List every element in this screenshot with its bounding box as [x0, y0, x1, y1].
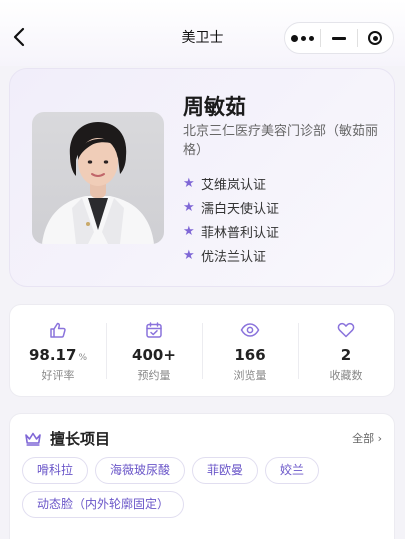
mini-program-capsule	[284, 22, 394, 54]
doctor-photo[interactable]	[32, 112, 164, 244]
stat-appointments[interactable]: 400+ 预约量	[106, 305, 202, 396]
specialties-title: 擅长项目	[50, 430, 111, 448]
doctor-profile-card: 周敏茹 北京三仁医疗美容门诊部（敏茹丽格） ★ 艾维岚认证 ★ 濡白天使认证 ★ 菲林…	[9, 68, 395, 287]
rating-label: 好评率	[41, 369, 75, 382]
certification-item: ★ 优法兰认证	[183, 243, 279, 267]
doctor-portrait-illustration	[42, 122, 154, 244]
star-icon: ★	[183, 199, 195, 215]
appointments-label: 预约量	[137, 369, 171, 382]
certification-item: ★ 艾维岚认证	[183, 171, 279, 195]
specialty-tag-list: 嗗科拉 海薇玻尿酸 菲欧曼 姣兰 动态脸（内外轮廓固定）	[22, 457, 382, 518]
crown-icon	[25, 432, 41, 446]
stat-rating[interactable]: 98.17% 好评率	[10, 305, 106, 396]
stat-views[interactable]: 166 浏览量	[202, 305, 298, 396]
specialties-card: 擅长项目 全部 › 嗗科拉 海薇玻尿酸 菲欧曼 姣兰 动态脸（内外轮廓固定）	[9, 413, 395, 539]
top-navigation-bar: 美卫士	[0, 0, 405, 66]
stat-favorites[interactable]: 2 收藏数	[298, 305, 394, 396]
specialty-tag[interactable]: 嗗科拉	[22, 457, 89, 484]
appointments-value: 400+	[132, 346, 176, 364]
certification-item: ★ 菲林普利认证	[183, 219, 279, 243]
thumbs-up-icon	[50, 322, 66, 338]
minus-icon	[331, 36, 346, 40]
specialties-header: 擅长项目	[24, 428, 110, 449]
certification-item: ★ 濡白天使认证	[183, 195, 279, 219]
views-label: 浏览量	[233, 369, 267, 382]
specialty-tag[interactable]: 海薇玻尿酸	[95, 457, 186, 484]
heart-icon	[337, 322, 355, 338]
certification-label: 艾维岚认证	[201, 177, 267, 193]
rating-value: 98.17	[28, 346, 77, 364]
star-icon: ★	[183, 247, 195, 263]
certification-list: ★ 艾维岚认证 ★ 濡白天使认证 ★ 菲林普利认证 ★ 优法兰认证	[183, 171, 279, 267]
specialty-tag[interactable]: 菲欧曼	[192, 457, 259, 484]
stats-card: 98.17% 好评率 400+ 预约量 166 浏览量 2 收藏数	[9, 304, 395, 397]
calendar-check-icon	[146, 322, 162, 338]
view-all-link[interactable]: 全部 ›	[352, 430, 382, 446]
star-icon: ★	[183, 175, 195, 191]
more-dots-icon	[291, 34, 315, 42]
certification-label: 优法兰认证	[201, 249, 267, 265]
certification-label: 濡白天使认证	[201, 201, 280, 217]
eye-icon	[240, 323, 260, 337]
favorites-value: 2	[340, 346, 352, 364]
more-button[interactable]	[285, 23, 320, 53]
favorites-label: 收藏数	[329, 369, 363, 382]
target-icon	[368, 31, 383, 45]
minimize-button[interactable]	[321, 23, 356, 53]
hospital-name[interactable]: 北京三仁医疗美容门诊部（敏茹丽格）	[183, 122, 383, 160]
certification-label: 菲林普利认证	[201, 225, 280, 241]
doctor-name: 周敏茹	[183, 95, 246, 119]
specialty-tag[interactable]: 姣兰	[265, 457, 320, 484]
star-icon: ★	[183, 223, 195, 239]
close-button[interactable]	[358, 23, 393, 53]
rating-unit: %	[78, 353, 87, 363]
views-value: 166	[234, 346, 266, 364]
specialty-tag[interactable]: 动态脸（内外轮廓固定）	[22, 491, 185, 518]
